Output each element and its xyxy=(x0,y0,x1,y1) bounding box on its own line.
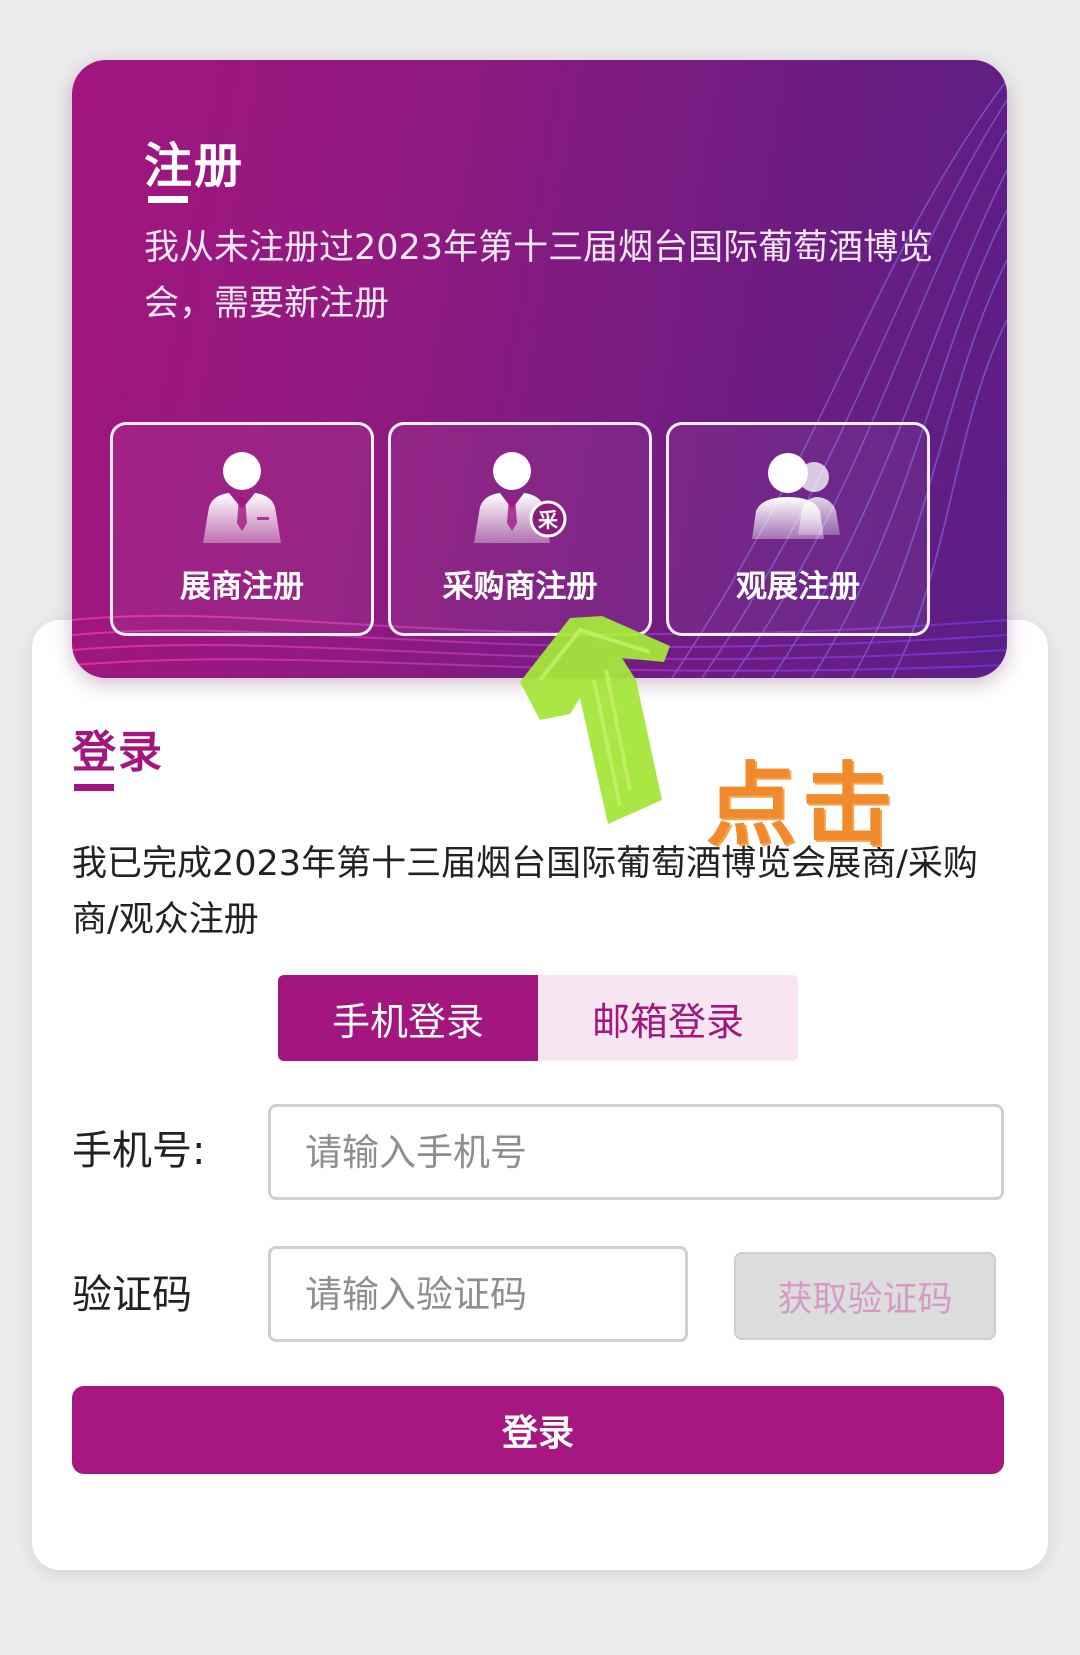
get-code-button[interactable]: 获取验证码 xyxy=(734,1252,996,1340)
buyer-badge-text: 采 xyxy=(538,508,558,532)
login-title-underline xyxy=(74,784,114,791)
buyer-register-label: 采购商注册 xyxy=(442,569,598,605)
tab-email-login[interactable]: 邮箱登录 xyxy=(538,975,798,1061)
phone-field-box xyxy=(268,1104,1004,1200)
phone-label: 手机号: xyxy=(72,1128,206,1174)
exhibitor-person-icon xyxy=(113,451,371,543)
register-card: 注册 我从未注册过2023年第十三届烟台国际葡萄酒博览会，需要新注册 展商注册 xyxy=(72,60,1007,678)
code-label: 验证码 xyxy=(72,1272,192,1318)
buyer-register-button[interactable]: 采 采购商注册 xyxy=(388,422,652,636)
visitor-register-label: 观展注册 xyxy=(736,569,860,605)
login-method-tabs: 手机登录 邮箱登录 xyxy=(278,975,798,1061)
exhibitor-register-label: 展商注册 xyxy=(180,569,304,605)
register-title: 注册 xyxy=(144,138,245,194)
verification-code-input[interactable] xyxy=(305,1272,685,1316)
buyer-person-icon: 采 xyxy=(391,451,649,543)
login-title: 登录 xyxy=(72,727,164,778)
exhibitor-register-button[interactable]: 展商注册 xyxy=(110,422,374,636)
phone-input[interactable] xyxy=(305,1130,1001,1174)
register-description: 我从未注册过2023年第十三届烟台国际葡萄酒博览会，需要新注册 xyxy=(144,228,934,324)
annotation-arrow-icon xyxy=(520,616,670,824)
register-title-underline xyxy=(148,196,188,203)
visitor-register-button[interactable]: 观展注册 xyxy=(666,422,930,636)
visitors-group-icon xyxy=(669,451,927,543)
login-submit-button[interactable]: 登录 xyxy=(72,1386,1004,1474)
tab-phone-login[interactable]: 手机登录 xyxy=(278,975,538,1061)
annotation-click-label: 点击 xyxy=(706,753,898,858)
code-field-box xyxy=(268,1246,688,1342)
